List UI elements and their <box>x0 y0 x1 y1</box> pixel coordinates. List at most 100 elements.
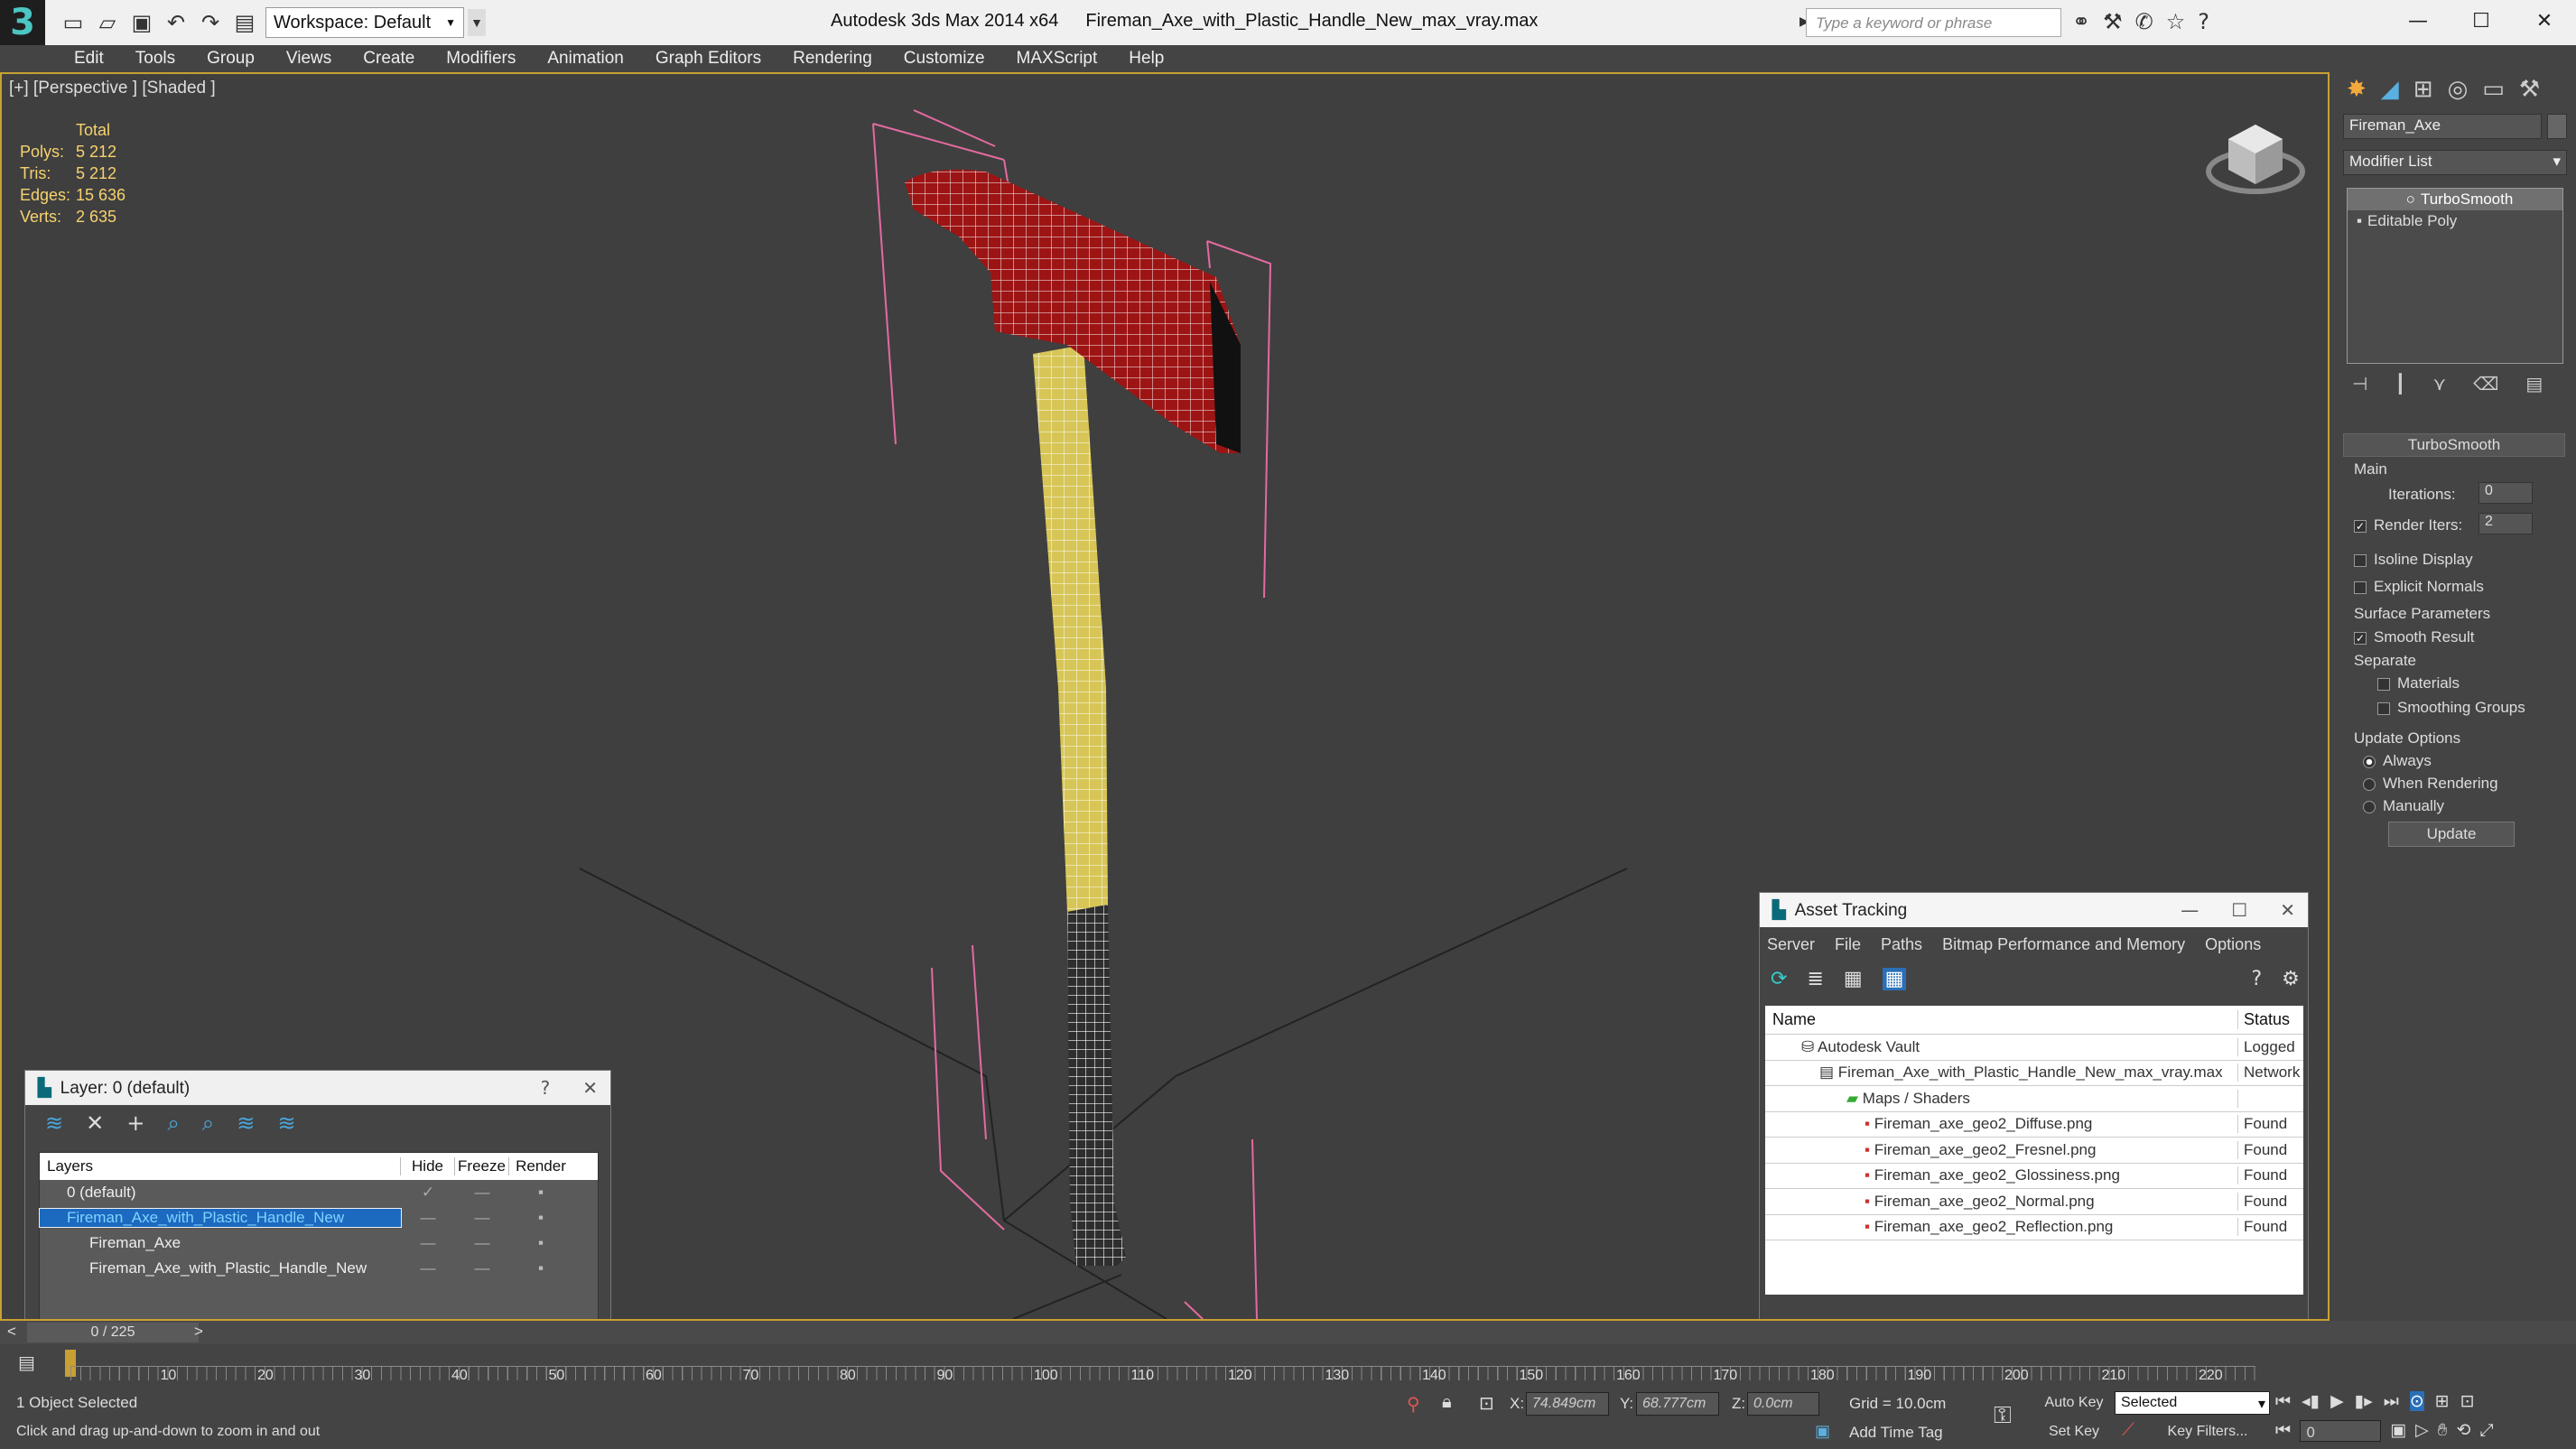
zoom-all-icon[interactable]: ⊞ <box>2435 1391 2450 1411</box>
x-coordinate-field[interactable]: 74.849cm <box>1526 1392 1609 1416</box>
materials-checkbox[interactable] <box>2377 677 2390 691</box>
when-rendering-radio[interactable] <box>2363 777 2376 791</box>
render-toggle-icon[interactable]: ▪ <box>509 1209 572 1227</box>
freeze-toggle[interactable]: — <box>455 1234 509 1252</box>
hide-toggle[interactable]: ✓ <box>401 1184 455 1202</box>
render-toggle-icon[interactable]: ▪ <box>509 1184 572 1202</box>
perspective-viewport[interactable]: [+] [Perspective ] [Shaded ] Total Polys… <box>0 72 2330 1321</box>
key-mode-icon[interactable]: ⟋ <box>2122 1420 2134 1441</box>
explicit-normals-checkbox[interactable] <box>2354 581 2367 594</box>
asset-menu-options[interactable]: Options <box>2205 935 2261 954</box>
field-of-view-icon[interactable]: ▷ <box>2415 1420 2429 1442</box>
col-hide[interactable]: Hide <box>401 1157 455 1175</box>
asset-row[interactable]: ▪ Fireman_axe_geo2_Normal.png Found <box>1765 1189 2303 1215</box>
time-config-icon[interactable]: ▣ <box>2390 1420 2406 1442</box>
utilities-tab-icon[interactable]: ⚒ <box>2519 76 2540 103</box>
rollout-title[interactable]: TurboSmooth <box>2343 433 2565 457</box>
menu-help[interactable]: Help <box>1129 49 1164 69</box>
workspace-dropdown[interactable]: Workspace: Default ▼ <box>265 7 464 38</box>
object-name-field[interactable]: Fireman_Axe <box>2343 114 2542 139</box>
render-toggle-icon[interactable]: ▪ <box>509 1259 572 1277</box>
auto-key-button[interactable]: Auto Key <box>2042 1391 2106 1415</box>
menu-animation[interactable]: Animation <box>547 49 624 69</box>
thumbnail-view-icon[interactable]: ▦ <box>1844 968 1863 990</box>
z-coordinate-field[interactable]: 0.0cm <box>1747 1392 1819 1416</box>
hierarchy-tab-icon[interactable]: ⊞ <box>2413 76 2433 103</box>
set-key-icon[interactable]: ⚿ <box>1994 1402 2012 1430</box>
menu-rendering[interactable]: Rendering <box>793 49 872 69</box>
layer-row[interactable]: Fireman_Axe_with_Plastic_Handle_New — — ▪ <box>40 1256 598 1281</box>
prev-frame-icon[interactable]: < <box>7 1323 16 1341</box>
absolute-mode-icon[interactable]: ⊡ <box>1479 1392 1494 1415</box>
new-file-icon[interactable]: ▭ <box>61 10 85 35</box>
menu-maxscript[interactable]: MAXScript <box>1017 49 1098 69</box>
zoom-extents-icon[interactable]: ⊡ <box>2460 1391 2475 1411</box>
highlight-layer-icon[interactable]: ⌕ <box>202 1110 214 1136</box>
add-time-tag-button[interactable]: Add Time Tag <box>1849 1424 1943 1442</box>
hide-all-icon[interactable]: ≋ <box>237 1110 255 1136</box>
manually-radio[interactable] <box>2363 800 2376 813</box>
communication-icon[interactable]: ✆ <box>2135 9 2153 34</box>
stack-item-editable-poly[interactable]: ▪ Editable Poly <box>2348 210 2562 232</box>
asset-title-bar[interactable]: ▙ Asset Tracking — ☐ ✕ <box>1760 893 2308 927</box>
menu-create[interactable]: Create <box>363 49 414 69</box>
iterations-spinner[interactable]: 0 <box>2478 482 2533 504</box>
pan-icon[interactable]: ✋︎ <box>2438 1420 2448 1442</box>
app-logo-icon[interactable]: 3 <box>0 0 45 45</box>
mini-curve-editor-icon[interactable]: ▤ <box>18 1351 35 1373</box>
asset-menu-paths[interactable]: Paths <box>1881 935 1922 954</box>
layer-close-button[interactable]: ✕ <box>582 1077 598 1099</box>
redo-icon[interactable]: ↷ <box>199 10 222 35</box>
freeze-toggle[interactable]: — <box>455 1184 509 1202</box>
refresh-icon[interactable]: ⟳ <box>1771 968 1787 990</box>
layer-row[interactable]: 0 (default) ✓ — ▪ <box>40 1180 598 1205</box>
layer-help-button[interactable]: ? <box>541 1077 551 1099</box>
render-iters-checkbox[interactable]: ✓ <box>2354 519 2367 533</box>
go-to-end-icon[interactable]: ⏭ <box>2384 1391 2399 1411</box>
col-status[interactable]: Status <box>2238 1010 2303 1029</box>
update-button[interactable]: Update <box>2388 822 2515 847</box>
table-view-icon[interactable]: ▦ <box>1882 967 1907 990</box>
layer-title-bar[interactable]: ▙ Layer: 0 (default)? ✕ <box>25 1071 610 1105</box>
time-tag-icon[interactable]: ▣ <box>1815 1422 1830 1441</box>
menu-tools[interactable]: Tools <box>135 49 175 69</box>
asset-row[interactable]: ▪ Fireman_axe_geo2_Fresnel.png Found <box>1765 1138 2303 1164</box>
hide-toggle[interactable]: — <box>401 1209 455 1227</box>
selection-set-dropdown[interactable]: Selected ▾ <box>2115 1391 2270 1415</box>
orbit-icon[interactable]: ⟲ <box>2457 1420 2471 1442</box>
freeze-toggle[interactable]: — <box>455 1259 509 1277</box>
undo-icon[interactable]: ↶ <box>164 10 188 35</box>
asset-row[interactable]: ▪ Fireman_axe_geo2_Glossiness.png Found <box>1765 1164 2303 1189</box>
menu-modifiers[interactable]: Modifiers <box>446 49 516 69</box>
asset-close-button[interactable]: ✕ <box>2280 899 2295 921</box>
hide-toggle[interactable]: — <box>401 1259 455 1277</box>
viewcube-icon[interactable] <box>2203 117 2311 199</box>
smooth-result-checkbox[interactable]: ✓ <box>2354 631 2367 645</box>
asset-row[interactable]: ⛁ Autodesk Vault Logged <box>1765 1035 2303 1061</box>
col-freeze[interactable]: Freeze <box>455 1157 509 1175</box>
current-frame-field[interactable]: 0 <box>2300 1420 2382 1442</box>
create-layer-icon[interactable]: ≋ <box>45 1110 63 1136</box>
asset-maximize-button[interactable]: ☐ <box>2231 899 2247 921</box>
layer-name[interactable]: 0 (default) <box>40 1184 401 1202</box>
favorites-icon[interactable]: ☆ <box>2166 9 2186 34</box>
select-objects-icon[interactable]: ⌕ <box>167 1110 179 1136</box>
asset-row[interactable]: ▪ Fireman_axe_geo2_Reflection.png Found <box>1765 1215 2303 1240</box>
key-filters-button[interactable]: Key Filters... <box>2158 1420 2257 1444</box>
col-name[interactable]: Name <box>1765 1010 2238 1029</box>
asset-menu-bitmap[interactable]: Bitmap Performance and Memory <box>1942 935 2185 954</box>
motion-tab-icon[interactable]: ◎ <box>2448 76 2469 103</box>
show-end-result-icon[interactable]: ┃ <box>2395 373 2405 395</box>
display-tab-icon[interactable]: ▭ <box>2482 76 2505 103</box>
configure-sets-icon[interactable]: ▤ <box>2525 373 2543 395</box>
search-input[interactable]: Type a keyword or phrase <box>1806 8 2061 37</box>
open-file-icon[interactable]: ▱ <box>96 10 119 35</box>
minimize-button[interactable]: — <box>2386 0 2450 42</box>
remove-modifier-icon[interactable]: ⌫ <box>2473 373 2498 395</box>
next-frame-icon[interactable]: > <box>194 1323 203 1341</box>
col-render[interactable]: Render <box>509 1157 572 1175</box>
make-unique-icon[interactable]: ⋎ <box>2432 373 2446 395</box>
play-icon[interactable]: ▶ <box>2330 1391 2344 1411</box>
key-mode-toggle-icon[interactable]: ⏮ <box>2275 1420 2291 1442</box>
asset-row[interactable]: ▰ Maps / Shaders <box>1765 1086 2303 1112</box>
